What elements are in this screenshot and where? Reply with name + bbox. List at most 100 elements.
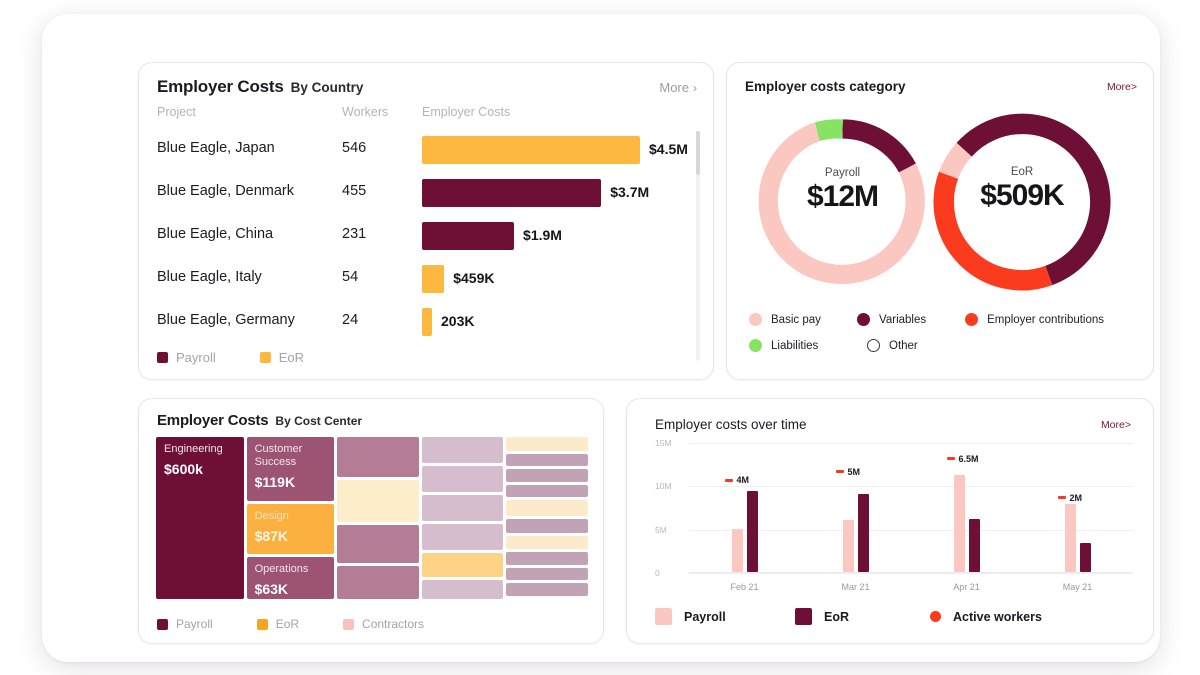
bar-payroll[interactable] bbox=[731, 528, 743, 572]
row-value-label: $4.5M bbox=[649, 141, 688, 157]
row-value-label: $1.9M bbox=[523, 227, 562, 243]
legend-dot-icon bbox=[867, 339, 880, 352]
legend-item-liabilities[interactable]: Liabilities bbox=[749, 339, 867, 352]
treemap-tile[interactable] bbox=[506, 567, 588, 581]
legend-label: Active workers bbox=[953, 609, 1042, 624]
y-axis-tick: 10M bbox=[655, 481, 672, 492]
legend-item-contractors[interactable]: Contractors bbox=[343, 617, 424, 631]
legend-item-employer-contributions[interactable]: Employer contributions bbox=[965, 313, 1139, 326]
legend-item-eor[interactable]: EoR bbox=[259, 350, 304, 365]
treemap-tile[interactable] bbox=[421, 495, 504, 521]
treemap-tile-engineering-text: Engineering $600k bbox=[164, 443, 240, 477]
treemap-tile[interactable] bbox=[506, 552, 588, 565]
legend-label: EoR bbox=[824, 609, 849, 624]
bar-payroll[interactable] bbox=[1064, 504, 1076, 572]
legend-swatch-icon bbox=[259, 352, 271, 363]
donut-eor-caption: EoR bbox=[1010, 166, 1034, 178]
legend-item-eor[interactable]: EoR bbox=[795, 608, 930, 625]
legend-swatch-icon bbox=[655, 608, 672, 625]
treemap-tile[interactable] bbox=[506, 469, 588, 482]
legend-swatch-icon bbox=[930, 611, 941, 622]
table-row[interactable]: Blue Eagle, Italy 54 $459K bbox=[157, 258, 683, 301]
donut-chart-eor[interactable]: EoR $509K bbox=[929, 109, 1115, 295]
donut-eor-text: EoR $509K bbox=[929, 166, 1115, 213]
bar-eor[interactable] bbox=[746, 490, 758, 572]
scrollbar-thumb[interactable] bbox=[696, 131, 700, 175]
more-link-country[interactable]: More › bbox=[659, 80, 697, 95]
legend-item-payroll[interactable]: Payroll bbox=[157, 350, 216, 365]
bar-payroll[interactable] bbox=[842, 520, 854, 572]
treemap-tile[interactable] bbox=[506, 500, 588, 516]
treemap-tile[interactable] bbox=[337, 566, 419, 599]
treemap-tile[interactable] bbox=[506, 519, 588, 533]
bar-eor[interactable] bbox=[968, 519, 980, 572]
treemap-tile[interactable] bbox=[506, 583, 588, 597]
table-row[interactable]: Blue Eagle, Denmark 455 $3.7M bbox=[157, 172, 683, 215]
treemap-tile[interactable] bbox=[421, 524, 504, 550]
treemap-tile-engineering-name: Engineering bbox=[164, 443, 223, 455]
bar-group[interactable]: 6.5M Apr 21 bbox=[911, 442, 1022, 592]
legend-item-payroll[interactable]: Payroll bbox=[655, 608, 795, 625]
treemap-subtitle: By Cost Center bbox=[275, 414, 363, 428]
treemap-tile[interactable] bbox=[421, 580, 504, 599]
country-chart-legend: Payroll EoR bbox=[157, 350, 304, 365]
country-table-rows: Blue Eagle, Japan 546 $4.5M Blue Eagle, Den… bbox=[157, 129, 688, 344]
chevron-right-icon: › bbox=[693, 81, 697, 95]
table-row[interactable]: Blue Eagle, Germany 24 203K bbox=[157, 301, 683, 344]
marker-dash-icon bbox=[1057, 496, 1066, 500]
treemap-tile[interactable] bbox=[506, 453, 588, 467]
legend-item-eor[interactable]: EoR bbox=[256, 617, 299, 631]
row-value-label: $459K bbox=[453, 270, 495, 286]
active-workers-marker: 2M bbox=[1057, 493, 1082, 503]
legend-label: Variables bbox=[879, 313, 927, 326]
donut-charts-container: Payroll $12M EoR $509K bbox=[727, 107, 1153, 307]
donut-chart-payroll[interactable]: Payroll $12M bbox=[755, 115, 930, 290]
row-bar bbox=[422, 179, 602, 207]
legend-item-payroll[interactable]: Payroll bbox=[157, 617, 213, 631]
donut-payroll-caption: Payroll bbox=[824, 167, 861, 179]
more-link-timeseries[interactable]: More> bbox=[1101, 419, 1131, 431]
treemap-tile[interactable] bbox=[421, 466, 504, 492]
treemap-tile-customer-success-name: Customer Success bbox=[254, 443, 303, 468]
bar-eor[interactable] bbox=[857, 494, 869, 572]
legend-dot-icon bbox=[749, 339, 762, 352]
table-row[interactable]: Blue Eagle, Japan 546 $4.5M bbox=[157, 129, 688, 172]
treemap-tile[interactable] bbox=[506, 437, 588, 451]
treemap-tile[interactable] bbox=[506, 484, 588, 498]
row-value-label: 203K bbox=[441, 313, 475, 329]
treemap-tile-operations-value: $63K bbox=[254, 580, 289, 597]
treemap-column-3 bbox=[337, 437, 419, 599]
treemap-tile[interactable] bbox=[421, 437, 504, 463]
table-row[interactable]: Blue Eagle, China 231 $1.9M bbox=[157, 215, 683, 258]
treemap-tile-engineering-value: $600k bbox=[164, 460, 203, 477]
legend-dot-icon bbox=[749, 313, 762, 326]
bar-group[interactable]: 5M Mar 21 bbox=[800, 442, 911, 592]
row-project-name: Blue Eagle, Italy bbox=[157, 269, 262, 285]
x-axis-label: May 21 bbox=[1062, 582, 1093, 592]
more-link-category[interactable]: More> bbox=[1107, 81, 1137, 93]
donut-legend-row-1: Basic pay Variables Employer contributions bbox=[749, 313, 1139, 326]
treemap-tile-operations[interactable]: Operations $63K bbox=[246, 557, 335, 599]
treemap-tile[interactable] bbox=[337, 480, 419, 522]
bar-payroll[interactable] bbox=[953, 474, 965, 572]
legend-item-variables[interactable]: Variables bbox=[857, 313, 965, 326]
row-value-label: $3.7M bbox=[610, 184, 650, 200]
legend-item-basic-pay[interactable]: Basic pay bbox=[749, 313, 857, 326]
treemap-column-4 bbox=[421, 437, 504, 599]
treemap-tile-customer-success[interactable]: Customer Success $119K bbox=[246, 437, 335, 501]
legend-item-active-workers[interactable]: Active workers bbox=[930, 610, 1042, 624]
donut-legend: Basic pay Variables Employer contributions… bbox=[749, 313, 1139, 365]
legend-item-other[interactable]: Other bbox=[867, 339, 985, 352]
bar-group[interactable]: 2M May 21 bbox=[1022, 442, 1133, 592]
bar-group[interactable]: 4M Feb 21 bbox=[689, 442, 800, 592]
treemap-tile[interactable] bbox=[506, 535, 588, 550]
row-workers-count: 24 bbox=[342, 312, 359, 328]
row-bar bbox=[422, 222, 515, 250]
row-workers-count: 455 bbox=[342, 183, 367, 199]
treemap-tile[interactable] bbox=[337, 525, 419, 563]
bar-eor[interactable] bbox=[1079, 543, 1091, 572]
treemap-tile[interactable] bbox=[421, 553, 504, 577]
treemap-tile-design[interactable]: Design $87K bbox=[246, 504, 335, 554]
treemap-tile-engineering[interactable]: Engineering $600k bbox=[156, 437, 244, 599]
treemap-tile[interactable] bbox=[337, 437, 419, 477]
